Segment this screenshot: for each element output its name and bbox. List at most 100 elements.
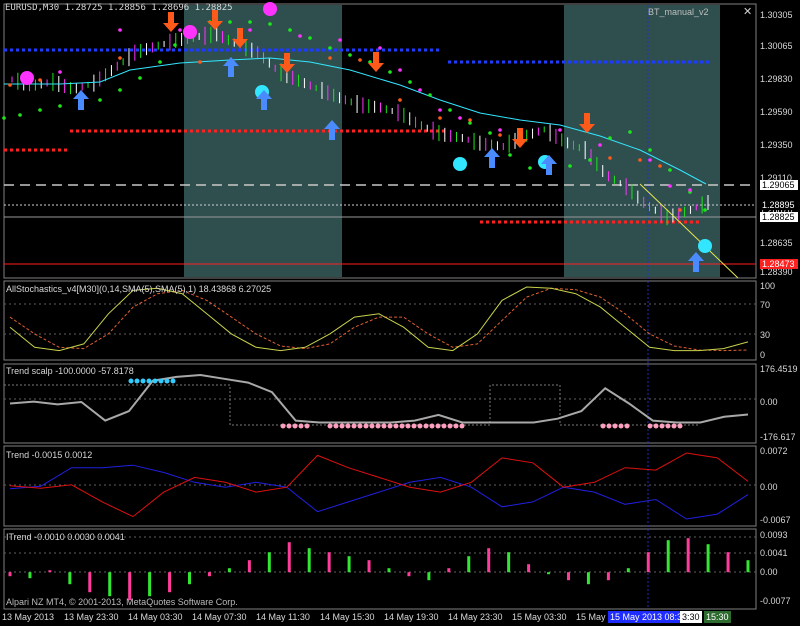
itrend-bar [8, 572, 12, 577]
psar-dot [38, 108, 42, 112]
itrend-bar [487, 548, 491, 573]
psar-dot [628, 130, 632, 134]
price-tick: 1.29590 [760, 107, 793, 117]
scalp-dot [292, 423, 298, 429]
magenta-dot [398, 68, 402, 72]
psar-dot [648, 148, 652, 152]
itrend-bar [547, 572, 551, 575]
stochastics-label: AllStochastics_v4[M30](0,14,SMA(5),SMA(5… [6, 284, 272, 294]
price-marker-1: 1.29065 [760, 180, 798, 190]
magenta-dot [248, 28, 252, 32]
psar-dot [328, 46, 332, 50]
magenta-dot [668, 184, 672, 188]
scalp-dot [393, 423, 399, 429]
psar-dot [268, 22, 272, 26]
psar-dot [248, 20, 252, 24]
itrend-bar [586, 572, 590, 585]
itrend-tick: 0.0041 [760, 548, 788, 558]
psar-dot [98, 98, 102, 102]
scalp-dot [369, 423, 375, 429]
time-label: 13 May 2013 [2, 612, 55, 622]
orange-dot [498, 133, 502, 137]
price-tick: 1.30305 [760, 10, 793, 20]
itrend-bar [347, 556, 351, 573]
psar-dot [118, 88, 122, 92]
psar-dot [228, 20, 232, 24]
scalp-tick: 176.4519 [760, 364, 798, 374]
itrend-bar [566, 572, 570, 581]
price-tick: 1.29830 [760, 74, 793, 84]
indicator-name: BT_manual_v2 [648, 7, 709, 17]
psar-dot [528, 166, 532, 170]
psar-dot [158, 60, 162, 64]
itrend-bar [128, 572, 132, 601]
sell-arrow-icon [512, 128, 528, 148]
psar-dot [508, 153, 512, 157]
itrend-label: ITrend -0.0010 0.0030 0.0041 [6, 532, 125, 542]
scalp-dot [140, 378, 146, 384]
scalp-dot [158, 378, 164, 384]
scalp-dot [286, 423, 292, 429]
time-label: 14 May 11:30 [256, 612, 310, 622]
itrend-bar [706, 544, 710, 573]
time-label: 13 May 23:30 [64, 612, 119, 622]
scalp-dot [423, 423, 429, 429]
magenta-dot [438, 108, 442, 112]
scalp-dot [653, 423, 659, 429]
magenta-dot [458, 116, 462, 120]
time-label: 14 May 15:30 [320, 612, 375, 622]
stoch-signal-line [9, 287, 749, 352]
close-icon[interactable]: ✕ [743, 5, 752, 18]
itrend-bar [287, 542, 291, 573]
signal-dot [453, 157, 467, 171]
scalp-dot [600, 423, 606, 429]
time-label: 14 May 07:30 [192, 612, 247, 622]
psar-dot [138, 76, 142, 80]
psar-dot [608, 136, 612, 140]
orange-dot [198, 60, 202, 64]
itrend-bar [447, 568, 451, 573]
scalp-tick: 0.00 [760, 397, 778, 407]
itrend-bar [507, 552, 511, 573]
scalp-dot [170, 378, 176, 384]
sell-arrow-icon [163, 12, 179, 32]
psar-dot [568, 164, 572, 168]
scalp-dot [624, 423, 630, 429]
scalp-dot [429, 423, 435, 429]
price-marker-2: 1.28895 [760, 200, 798, 210]
background-layer [3, 3, 757, 610]
itrend-bar [387, 568, 391, 573]
buy-arrow-icon [484, 148, 500, 168]
scalp-dot [453, 423, 459, 429]
scalp-dot [327, 423, 333, 429]
psar-dot [703, 208, 707, 212]
scalp-dot [647, 423, 653, 429]
trend-tick: 0.0072 [760, 446, 788, 456]
orange-dot [608, 156, 612, 160]
orange-dot [8, 83, 12, 87]
time-label: 15 May [576, 612, 606, 622]
itrend-bar [527, 564, 531, 573]
scalp-dot [435, 423, 441, 429]
psar-dot [18, 113, 22, 117]
time-label: 14 May 23:30 [448, 612, 503, 622]
magenta-dot [178, 28, 182, 32]
psar-dot [428, 93, 432, 97]
psar-dot [668, 168, 672, 172]
time-label: 14 May 19:30 [384, 612, 439, 622]
price-tick: 1.30065 [760, 41, 793, 51]
stoch-tick: 30 [760, 330, 771, 340]
itrend-bar [726, 552, 730, 573]
itrend-bar [467, 556, 471, 573]
scalp-tick: -176.617 [760, 432, 796, 442]
signal-dot [698, 239, 712, 253]
orange-dot [658, 164, 662, 168]
psar-dot [288, 28, 292, 32]
panel-frame [3, 445, 757, 527]
magenta-dot [688, 188, 692, 192]
magenta-dot [298, 34, 302, 38]
itrend-bar [188, 572, 192, 585]
stoch-tick: 100 [760, 281, 776, 291]
session-shade [564, 5, 720, 277]
itrend-bar [148, 572, 152, 597]
